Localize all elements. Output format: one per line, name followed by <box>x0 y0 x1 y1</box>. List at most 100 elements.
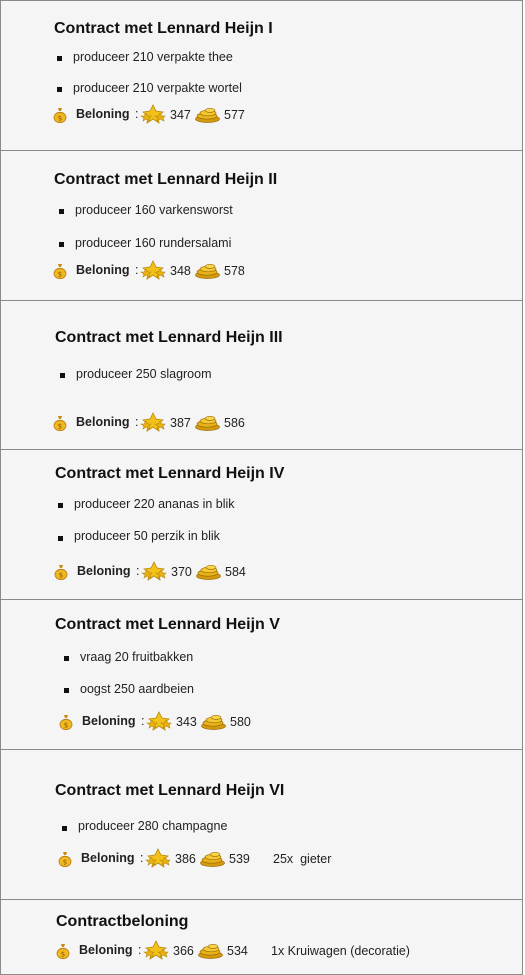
bullet <box>64 656 69 661</box>
reward-colon: : <box>141 714 145 728</box>
task-item: produceer 210 verpakte thee <box>73 50 233 64</box>
svg-text:$: $ <box>61 951 65 959</box>
bullet <box>62 826 67 831</box>
money-bag-icon: $ <box>54 565 68 580</box>
bullet <box>57 87 62 92</box>
money-bag-icon: $ <box>53 264 67 279</box>
coin-amount: 584 <box>225 565 246 579</box>
xp-amount: 343 <box>176 715 197 729</box>
coin-amount: 577 <box>224 108 245 122</box>
task-item: produceer 220 ananas in blik <box>74 497 235 511</box>
reward-colon: : <box>135 107 139 121</box>
contract-title: Contract met Lennard Heijn III <box>55 329 283 346</box>
extra-reward: 25x gieter <box>273 852 332 866</box>
reward-row: $ Beloning : 387 586 <box>53 412 313 435</box>
reward-label: Beloning <box>82 714 136 728</box>
xp-amount: 386 <box>175 852 196 866</box>
coin-amount: 586 <box>224 416 245 430</box>
task-item: produceer 160 varkensworst <box>75 203 233 217</box>
svg-text:$: $ <box>63 859 67 867</box>
contract-list: Contract met Lennard Heijn I produceer 2… <box>0 0 525 975</box>
reward-row: $ Beloning : 386 539 25x gieter <box>58 848 358 871</box>
gold-star-cluster-icon <box>146 711 172 731</box>
contract-card: Contract met Lennard Heijn VI produceer … <box>0 749 523 900</box>
xp-amount: 370 <box>171 565 192 579</box>
reward-colon: : <box>136 564 140 578</box>
gold-coins-icon <box>198 944 223 959</box>
bullet <box>59 209 64 214</box>
reward-colon: : <box>135 415 139 429</box>
reward-colon: : <box>138 943 142 957</box>
gold-star-cluster-icon <box>140 412 166 432</box>
task-item: produceer 250 slagroom <box>76 367 212 381</box>
svg-text:$: $ <box>58 271 62 279</box>
svg-text:$: $ <box>58 115 62 123</box>
bullet <box>64 688 69 693</box>
reward-label: Beloning <box>76 107 130 121</box>
task-item: vraag 20 fruitbakken <box>80 650 194 664</box>
extra-reward: 1x Kruiwagen (decoratie) <box>271 944 410 958</box>
xp-amount: 387 <box>170 416 191 430</box>
contract-card: Contractbeloning $ Beloning : 366 534 1x… <box>0 899 523 975</box>
money-bag-icon: $ <box>58 852 72 867</box>
reward-colon: : <box>140 851 144 865</box>
bullet <box>58 503 63 508</box>
coin-amount: 580 <box>230 715 251 729</box>
reward-row: $ Beloning : 347 577 <box>53 104 313 127</box>
task-item: produceer 210 verpakte wortel <box>73 81 242 95</box>
money-bag-icon: $ <box>56 944 70 959</box>
gold-star-cluster-icon <box>143 940 169 960</box>
gold-coins-icon <box>195 108 220 123</box>
reward-row: $ Beloning : 343 580 <box>59 711 319 734</box>
reward-row: $ Beloning : 348 578 <box>53 260 313 283</box>
gold-coins-icon <box>196 565 221 580</box>
contract-card: Contract met Lennard Heijn V vraag 20 fr… <box>0 599 523 750</box>
coin-amount: 539 <box>229 852 250 866</box>
svg-text:$: $ <box>58 423 62 431</box>
svg-text:$: $ <box>59 572 63 580</box>
contract-title: Contract met Lennard Heijn I <box>54 20 273 37</box>
contract-card: Contract met Lennard Heijn I produceer 2… <box>0 0 523 151</box>
task-item: produceer 160 rundersalami <box>75 236 232 250</box>
gold-coins-icon <box>195 264 220 279</box>
bullet <box>57 56 62 61</box>
gold-coins-icon <box>200 852 225 867</box>
gold-star-cluster-icon <box>141 561 167 581</box>
svg-text:$: $ <box>64 722 68 730</box>
contract-title: Contract met Lennard Heijn II <box>54 171 278 188</box>
bullet <box>59 242 64 247</box>
task-item: produceer 280 champagne <box>78 819 228 833</box>
gold-star-cluster-icon <box>140 104 166 124</box>
reward-colon: : <box>135 263 139 277</box>
contract-title: Contract met Lennard Heijn VI <box>55 782 285 799</box>
contract-card: Contract met Lennard Heijn II produceer … <box>0 150 523 301</box>
reward-label: Beloning <box>79 943 133 957</box>
task-item: oogst 250 aardbeien <box>80 682 194 696</box>
gold-star-cluster-icon <box>145 848 171 868</box>
reward-label: Beloning <box>81 851 135 865</box>
gold-coins-icon <box>195 416 220 431</box>
money-bag-icon: $ <box>53 416 67 431</box>
reward-row: $ Beloning : 366 534 1x Kruiwagen (decor… <box>56 940 436 963</box>
bullet <box>58 536 63 541</box>
contract-card: Contract met Lennard Heijn IV produceer … <box>0 449 523 600</box>
money-bag-icon: $ <box>53 108 67 123</box>
xp-amount: 347 <box>170 108 191 122</box>
reward-row: $ Beloning : 370 584 <box>54 561 314 584</box>
reward-label: Beloning <box>76 415 130 429</box>
xp-amount: 366 <box>173 944 194 958</box>
contract-title: Contract met Lennard Heijn V <box>55 616 280 633</box>
money-bag-icon: $ <box>59 715 73 730</box>
contract-title: Contract met Lennard Heijn IV <box>55 465 285 482</box>
coin-amount: 534 <box>227 944 248 958</box>
coin-amount: 578 <box>224 264 245 278</box>
contract-title: Contractbeloning <box>56 913 189 930</box>
xp-amount: 348 <box>170 264 191 278</box>
gold-star-cluster-icon <box>140 260 166 280</box>
reward-label: Beloning <box>76 263 130 277</box>
contract-card: Contract met Lennard Heijn III produceer… <box>0 300 523 450</box>
bullet <box>60 373 65 378</box>
reward-label: Beloning <box>77 564 131 578</box>
gold-coins-icon <box>201 715 226 730</box>
task-item: produceer 50 perzik in blik <box>74 529 220 543</box>
